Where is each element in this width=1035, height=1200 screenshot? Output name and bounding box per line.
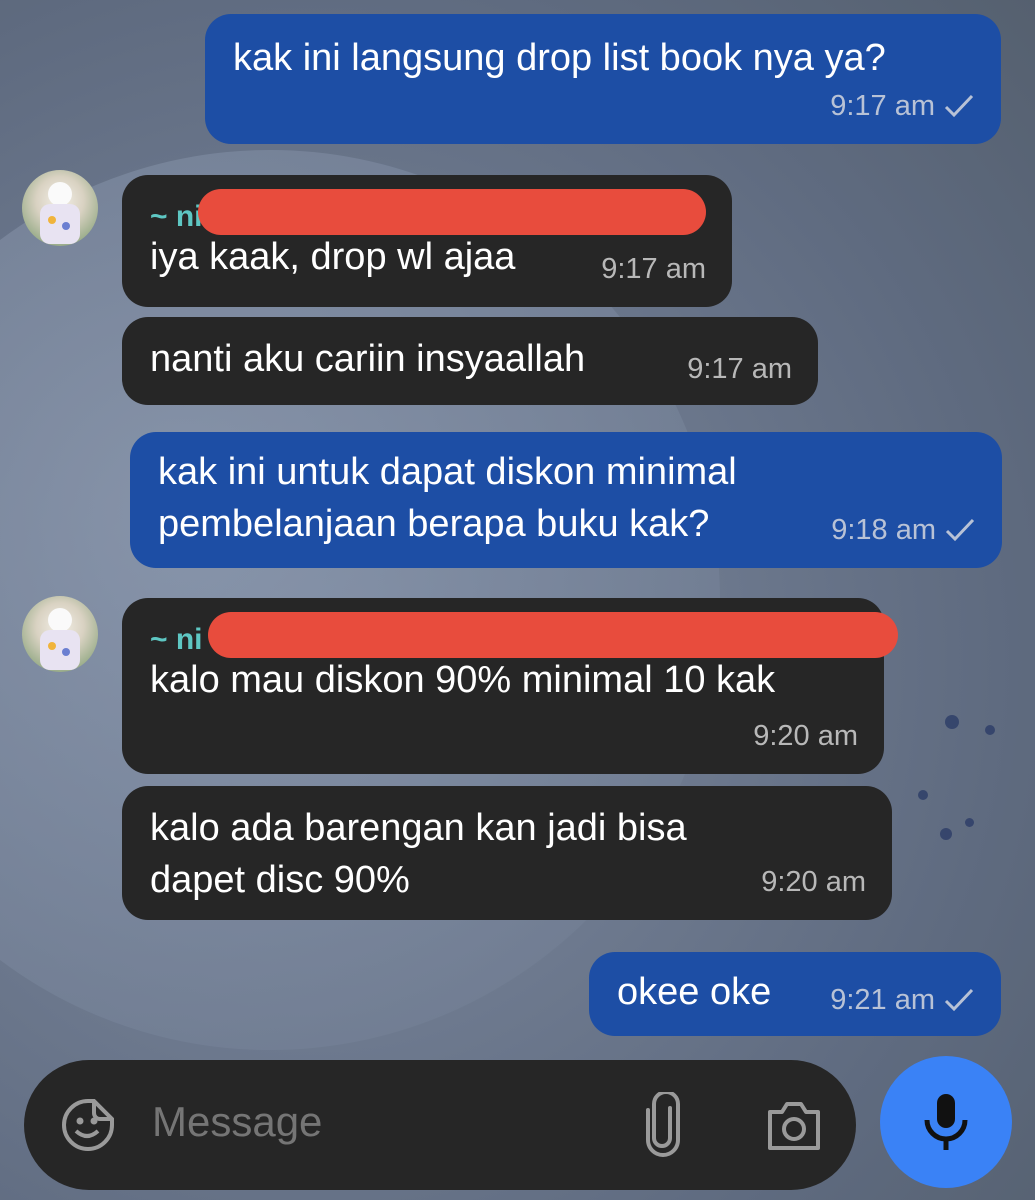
message-meta: 9:20 am xyxy=(761,856,866,908)
attachment-clip-icon[interactable] xyxy=(640,1092,686,1158)
message-text: kalo mau diskon 90% minimal 10 kak xyxy=(150,659,776,701)
sender-name: ~ ni xyxy=(150,200,203,233)
message-meta: 9:21 am xyxy=(830,974,975,1026)
message-time: 9:21 am xyxy=(830,984,935,1016)
sent-check-icon xyxy=(945,518,975,542)
wallpaper-dot xyxy=(940,828,952,840)
message-composer[interactable] xyxy=(24,1060,856,1190)
message-bubble-outgoing[interactable]: okee oke 9:21 am xyxy=(589,952,1001,1036)
message-time: 9:18 am xyxy=(831,514,936,546)
message-bubble-incoming[interactable]: ~ ni kalo mau diskon 90% minimal 10 kak … xyxy=(122,598,898,774)
sender-avatar[interactable] xyxy=(22,170,98,246)
message-meta: 9:17 am xyxy=(830,80,975,132)
message-bubble-incoming[interactable]: kalo ada barengan kan jadi bisa dapet di… xyxy=(122,786,892,920)
sticker-icon[interactable] xyxy=(60,1097,116,1153)
message-time: 9:20 am xyxy=(761,866,866,898)
camera-icon[interactable] xyxy=(764,1098,824,1154)
sender-avatar[interactable] xyxy=(22,596,98,672)
message-meta: 9:18 am xyxy=(831,504,976,556)
message-text: kak ini langsung drop list book nya ya? xyxy=(233,37,886,79)
redaction-mark xyxy=(208,612,898,658)
wallpaper-dot xyxy=(985,725,995,735)
message-time: 9:20 am xyxy=(753,720,858,752)
sent-check-icon xyxy=(944,94,974,118)
message-time: 9:17 am xyxy=(687,353,792,385)
message-bubble-incoming[interactable]: ~ ni iya kaak, drop wl ajaa 9:17 am xyxy=(122,175,732,307)
message-bubble-outgoing[interactable]: kak ini langsung drop list book nya ya? … xyxy=(205,14,1001,144)
message-time: 9:17 am xyxy=(601,253,706,285)
message-bubble-incoming[interactable]: nanti aku cariin insyaallah 9:17 am xyxy=(122,317,818,405)
message-meta: 9:17 am xyxy=(687,343,792,395)
message-time: 9:17 am xyxy=(830,90,935,122)
sender-name: ~ ni xyxy=(150,623,203,656)
wallpaper-dot xyxy=(965,818,974,827)
message-input[interactable] xyxy=(152,1098,592,1146)
message-bubble-outgoing[interactable]: kak ini untuk dapat diskon minimal pembe… xyxy=(130,432,1002,568)
wallpaper-dot xyxy=(918,790,928,800)
message-text: kalo ada barengan kan jadi bisa dapet di… xyxy=(150,807,687,901)
message-meta: 9:17 am xyxy=(601,243,706,295)
redaction-mark xyxy=(198,189,706,235)
wallpaper-dot xyxy=(945,715,959,729)
voice-record-button[interactable] xyxy=(880,1056,1012,1188)
sent-check-icon xyxy=(944,988,974,1012)
message-meta: 9:20 am xyxy=(753,710,858,762)
microphone-icon xyxy=(924,1094,968,1150)
